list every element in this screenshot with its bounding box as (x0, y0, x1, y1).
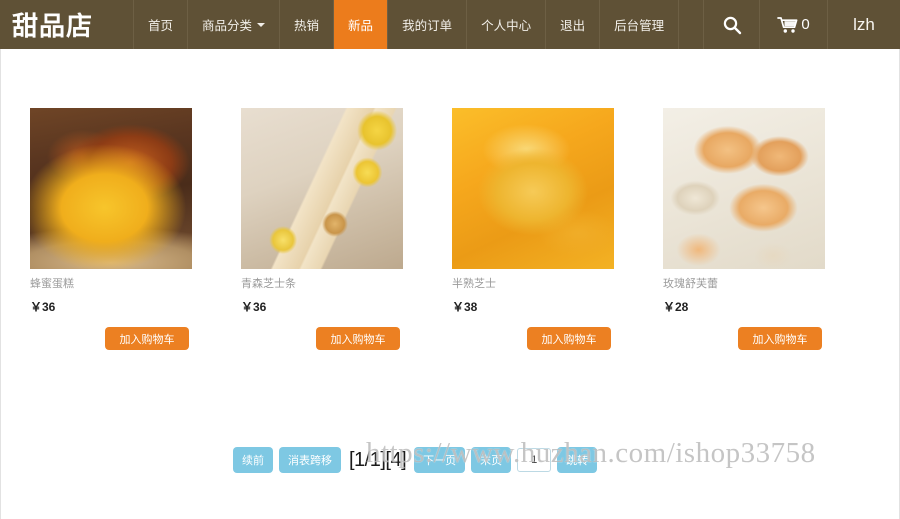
add-to-cart-button[interactable]: 加入购物车 (105, 327, 189, 350)
product-image-honey-cake[interactable] (30, 108, 192, 269)
product-card[interactable]: 玫瑰舒芙蕾 ￥28 加入购物车 (633, 108, 844, 350)
product-name: 半熟芝士 (452, 278, 496, 290)
product-name: 蜂蜜蛋糕 (30, 278, 74, 290)
nav-item-my-orders-label: 我的订单 (402, 19, 453, 33)
product-price: ￥36 (30, 300, 56, 314)
product-image-cheese-bars[interactable] (241, 108, 403, 269)
nav-item-user-center-label: 个人中心 (481, 19, 532, 33)
search-icon (723, 16, 741, 34)
product-name: 玫瑰舒芙蕾 (663, 278, 718, 290)
product-card[interactable]: 半熟芝士 ￥38 加入购物车 (422, 108, 633, 350)
site-brand-logo[interactable]: 甜品店 (0, 0, 134, 49)
nav-item-user-center[interactable]: 个人中心 (467, 0, 547, 49)
pagination-first-button[interactable]: 消表跨移 (279, 447, 341, 473)
nav-item-admin-panel[interactable]: 后台管理 (600, 0, 680, 49)
add-to-cart-button[interactable]: 加入购物车 (316, 327, 400, 350)
search-button[interactable] (704, 0, 760, 49)
product-price: ￥36 (241, 300, 267, 314)
top-navbar: 甜品店 首页 商品分类 热销 新品 我的订单 个人中心 退出 后台管理 0 lz… (0, 0, 900, 49)
nav-item-my-orders[interactable]: 我的订单 (388, 0, 468, 49)
product-price: ￥38 (452, 300, 478, 314)
pagination-prev-button[interactable]: 续前 (233, 447, 273, 473)
brand-text: 甜品店 (12, 11, 94, 41)
product-card[interactable]: 青森芝士条 ￥36 加入购物车 (211, 108, 422, 350)
pagination-last-button[interactable]: 末页 (471, 447, 512, 473)
nav-item-hot-sales[interactable]: 热销 (280, 0, 335, 49)
product-image-rose-souffle[interactable] (663, 108, 825, 269)
product-price: ￥28 (663, 300, 689, 314)
nav-item-admin-panel-label: 后台管理 (614, 19, 665, 33)
pagination-page-input[interactable] (517, 448, 552, 472)
nav-item-categories-label: 商品分类 (202, 19, 253, 33)
nav-item-new-arrivals[interactable]: 新品 (334, 0, 389, 49)
nav-item-logout[interactable]: 退出 (546, 0, 601, 49)
pagination-next-button[interactable]: 下一页 (414, 447, 466, 473)
pagination-bar: 续前 消表跨移 [1/1][4] 下一页 末页 跳转 (233, 447, 598, 473)
navbar-spacer (679, 0, 704, 49)
username-label: lzh (853, 14, 875, 34)
chevron-down-icon (257, 22, 266, 27)
pagination-page-info: [1/1][4] (349, 448, 407, 471)
nav-item-home[interactable]: 首页 (134, 0, 189, 49)
nav-item-logout-label: 退出 (560, 19, 586, 33)
add-to-cart-button[interactable]: 加入购物车 (738, 327, 822, 350)
user-account-button[interactable]: lzh (828, 0, 900, 49)
product-image-cheese-tart[interactable] (452, 108, 614, 269)
nav-item-home-label: 首页 (148, 19, 174, 33)
nav-item-categories[interactable]: 商品分类 (188, 0, 281, 49)
product-card[interactable]: 蜂蜜蛋糕 ￥36 加入购物车 (0, 108, 211, 350)
product-grid: 蜂蜜蛋糕 ￥36 加入购物车 青森芝士条 ￥36 加入购物车 半熟芝士 ￥38 … (0, 108, 900, 350)
shopping-cart-icon (777, 16, 798, 33)
cart-count-badge: 0 (801, 16, 810, 33)
cart-button[interactable]: 0 (760, 0, 828, 49)
nav-item-new-arrivals-label: 新品 (348, 19, 374, 33)
pagination-goto-button[interactable]: 跳转 (557, 447, 598, 473)
nav-item-hot-sales-label: 热销 (294, 19, 320, 33)
add-to-cart-button[interactable]: 加入购物车 (527, 327, 611, 350)
product-name: 青森芝士条 (241, 278, 296, 290)
